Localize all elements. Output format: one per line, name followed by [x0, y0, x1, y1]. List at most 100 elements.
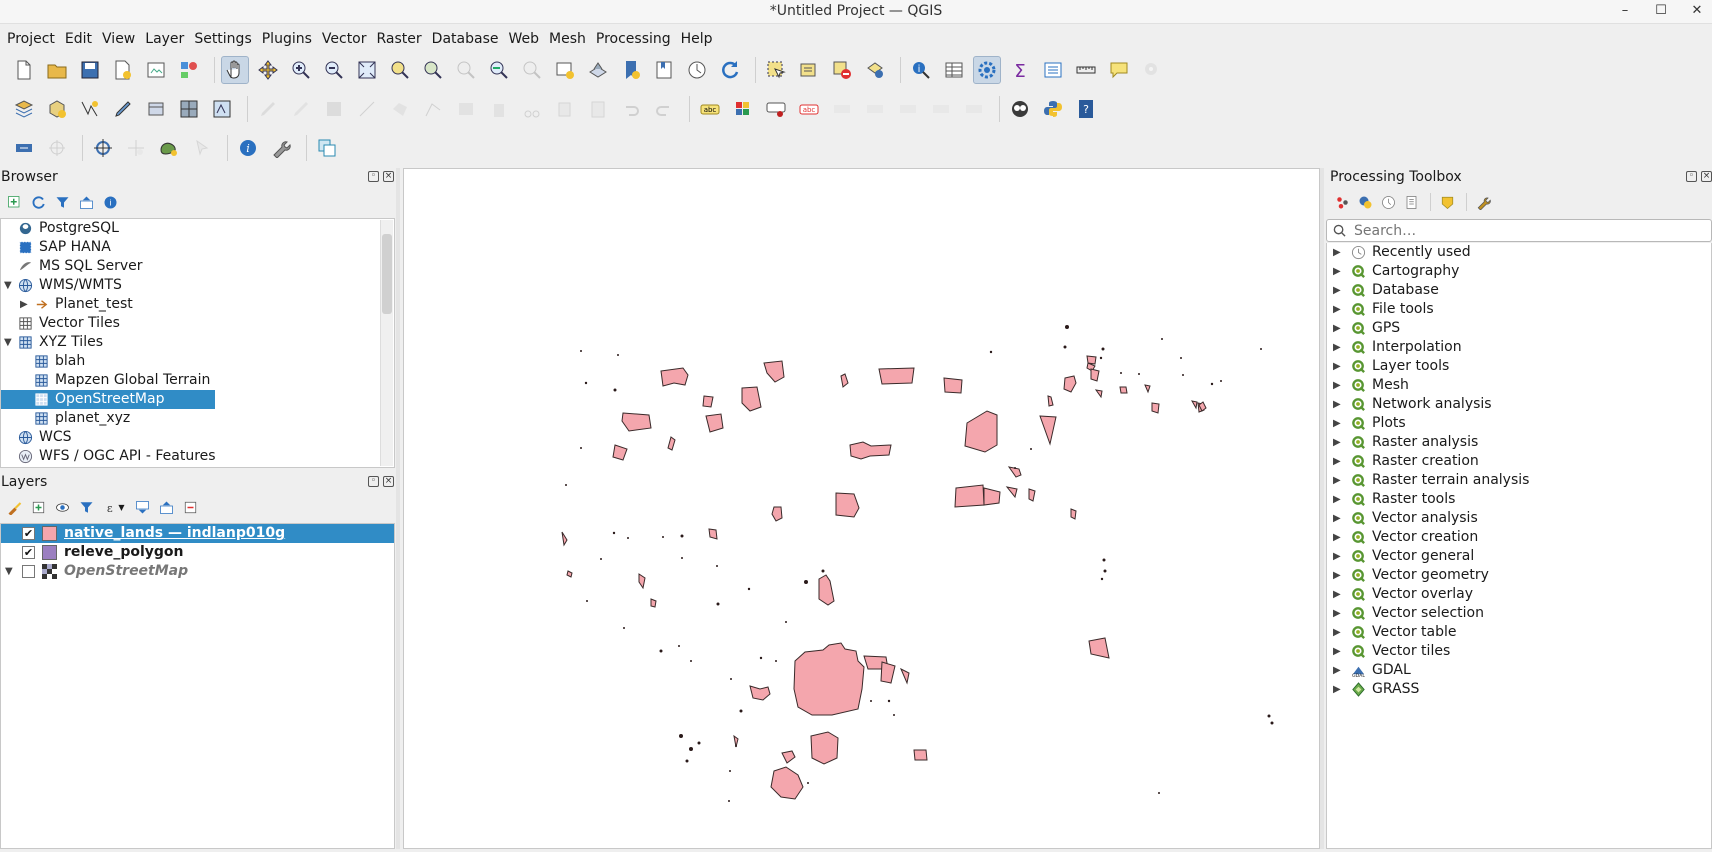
- processing-group-interpolation[interactable]: ▶ Interpolation: [1327, 338, 1711, 357]
- history-icon[interactable]: [1378, 192, 1398, 212]
- collapse-arrow-icon[interactable]: ▶: [1333, 452, 1341, 471]
- processing-group-recently-used[interactable]: ▶ Recently used: [1327, 243, 1711, 262]
- layer-visibility-checkbox[interactable]: ✔: [22, 527, 35, 540]
- collapse-arrow-icon[interactable]: ▶: [1333, 262, 1341, 281]
- processing-group-gdal[interactable]: ▶ GDAL GDAL: [1327, 661, 1711, 680]
- collapse-arrow-icon[interactable]: ▶: [1333, 471, 1341, 490]
- layer-visibility-checkbox[interactable]: [22, 565, 35, 578]
- deselect-icon[interactable]: [828, 56, 856, 84]
- collapse-arrow-icon[interactable]: ▶: [1333, 357, 1341, 376]
- properties-info-icon[interactable]: i: [100, 192, 120, 212]
- processing-group-network-analysis[interactable]: ▶ Network analysis: [1327, 395, 1711, 414]
- processing-search-input[interactable]: [1352, 221, 1692, 240]
- map-canvas[interactable]: [403, 168, 1320, 849]
- expand-arrow-icon[interactable]: ▼: [4, 276, 12, 295]
- label-property-icon[interactable]: [927, 95, 955, 123]
- menu-web[interactable]: Web: [503, 31, 544, 47]
- collapse-all-icon[interactable]: [76, 192, 96, 212]
- processing-group-vector-creation[interactable]: ▶ Vector creation: [1327, 528, 1711, 547]
- left-panel-splitter[interactable]: [396, 168, 400, 849]
- new-map-view-icon[interactable]: [551, 56, 579, 84]
- zoom-in-icon[interactable]: [287, 56, 315, 84]
- select-tool-icon[interactable]: [188, 134, 216, 162]
- show-hide-labels-icon[interactable]: abc: [795, 95, 823, 123]
- menu-view[interactable]: View: [97, 31, 140, 47]
- collapse-all-icon[interactable]: [156, 497, 176, 517]
- menu-help[interactable]: Help: [676, 31, 718, 47]
- browser-item-mssql[interactable]: MS SQL Server: [1, 257, 394, 276]
- processing-group-vector-geometry[interactable]: ▶ Vector geometry: [1327, 566, 1711, 585]
- browser-item-openstreetmap[interactable]: OpenStreetMap: [1, 390, 394, 409]
- models-icon[interactable]: [1332, 192, 1352, 212]
- float-panel-icon[interactable]: ◦: [368, 476, 379, 487]
- expand-all-icon[interactable]: [132, 497, 152, 517]
- gps-panel-icon[interactable]: [10, 134, 38, 162]
- copy-features-icon[interactable]: [551, 95, 579, 123]
- add-group-icon[interactable]: [28, 497, 48, 517]
- diagram-icon[interactable]: [729, 95, 757, 123]
- processing-group-file-tools[interactable]: ▶ File tools: [1327, 300, 1711, 319]
- menu-processing[interactable]: Processing: [591, 31, 676, 47]
- temporal-controller-icon[interactable]: [683, 56, 711, 84]
- menu-settings[interactable]: Settings: [189, 31, 256, 47]
- close-button[interactable]: ✕: [1690, 0, 1704, 22]
- collapse-arrow-icon[interactable]: ▶: [1333, 642, 1341, 661]
- processing-group-vector-table[interactable]: ▶ Vector table: [1327, 623, 1711, 642]
- statistics-sigma-icon[interactable]: Σ: [1006, 56, 1034, 84]
- collapse-arrow-icon[interactable]: ▶: [1333, 395, 1341, 414]
- shape-tools-icon[interactable]: [155, 134, 183, 162]
- browser-item-planet-xyz[interactable]: planet_xyz: [1, 409, 394, 428]
- processing-group-mesh[interactable]: ▶ Mesh: [1327, 376, 1711, 395]
- select-by-expression-icon[interactable]: [795, 56, 823, 84]
- collapse-arrow-icon[interactable]: ▶: [1333, 585, 1341, 604]
- processing-group-gps[interactable]: ▶ GPS: [1327, 319, 1711, 338]
- processing-group-layer-tools[interactable]: ▶ Layer tools: [1327, 357, 1711, 376]
- filter-legend-icon[interactable]: [76, 497, 96, 517]
- identify-features-icon[interactable]: i: [907, 56, 935, 84]
- pin-labels-icon[interactable]: [762, 95, 790, 123]
- close-panel-icon[interactable]: ×: [383, 171, 394, 182]
- browser-item-blah[interactable]: blah: [1, 352, 394, 371]
- browser-item-wms-wmts[interactable]: ▼ WMS/WMTS: [1, 276, 394, 295]
- processing-group-grass[interactable]: ▶ GRASS: [1327, 680, 1711, 699]
- collapse-arrow-icon[interactable]: ▶: [1333, 281, 1341, 300]
- expand-arrow-icon[interactable]: ▼: [4, 333, 12, 352]
- processing-group-raster-terrain-analysis[interactable]: ▶ Raster terrain analysis: [1327, 471, 1711, 490]
- layer-row-native-lands[interactable]: ✔ native_lands — indlanp010g: [1, 524, 394, 543]
- processing-group-database[interactable]: ▶ Database: [1327, 281, 1711, 300]
- refresh-icon[interactable]: [716, 56, 744, 84]
- browser-item-wcs[interactable]: WCS: [1, 428, 394, 447]
- new-geopackage-icon[interactable]: [43, 95, 71, 123]
- collapse-arrow-icon[interactable]: ▶: [1333, 680, 1341, 699]
- open-project-icon[interactable]: [43, 56, 71, 84]
- collapse-arrow-icon[interactable]: ▶: [1333, 623, 1341, 642]
- refresh-browser-icon[interactable]: [28, 192, 48, 212]
- digitize-icon[interactable]: [109, 95, 137, 123]
- collapse-arrow-icon[interactable]: ▶: [1333, 414, 1341, 433]
- gps-connect-icon[interactable]: [43, 134, 71, 162]
- layer-row-releve-polygon[interactable]: ✔ releve_polygon: [1, 543, 394, 562]
- processing-group-vector-analysis[interactable]: ▶ Vector analysis: [1327, 509, 1711, 528]
- processing-group-vector-selection[interactable]: ▶ Vector selection: [1327, 604, 1711, 623]
- layer-name[interactable]: native_lands — indlanp010g: [64, 524, 285, 543]
- collapse-arrow-icon[interactable]: ▶: [1333, 604, 1341, 623]
- add-polygon-icon[interactable]: [386, 95, 414, 123]
- select-features-icon[interactable]: [762, 56, 790, 84]
- print-layout-icon[interactable]: [142, 56, 170, 84]
- undo-icon[interactable]: [617, 95, 645, 123]
- vector-tile-layer-icon[interactable]: [208, 95, 236, 123]
- overlap-layers-icon[interactable]: [313, 134, 341, 162]
- new-vector-layer-icon[interactable]: [76, 95, 104, 123]
- collapse-arrow-icon[interactable]: ▶: [1333, 547, 1341, 566]
- vertex-tool-icon[interactable]: [419, 95, 447, 123]
- close-panel-icon[interactable]: ×: [1701, 171, 1712, 182]
- add-point-icon[interactable]: [122, 134, 150, 162]
- delete-selected-icon[interactable]: [485, 95, 513, 123]
- collapse-arrow-icon[interactable]: ▶: [1333, 243, 1341, 262]
- layer-row-openstreetmap[interactable]: ▼ OpenStreetMap: [1, 562, 394, 581]
- quickosm-icon[interactable]: [1006, 95, 1034, 123]
- pan-map-icon[interactable]: [221, 56, 249, 84]
- collapse-arrow-icon[interactable]: ▶: [20, 295, 28, 314]
- maximize-button[interactable]: ☐: [1654, 0, 1668, 22]
- label-callout-icon[interactable]: [960, 95, 988, 123]
